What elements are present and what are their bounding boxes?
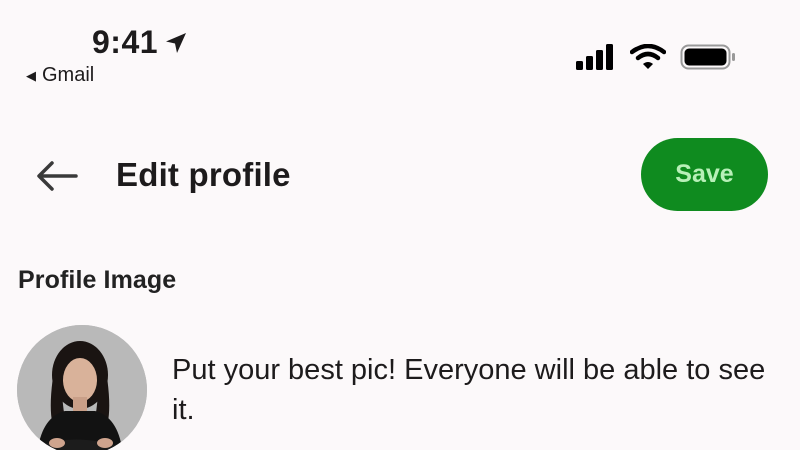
wifi-icon [630,44,666,69]
back-triangle-icon: ◀ [26,67,36,83]
status-indicators [576,44,736,70]
top-app-bar: Edit profile Save [0,138,800,212]
profile-image-label: Profile Image [18,266,177,294]
back-app-label: Gmail [42,64,95,86]
profile-photo [17,325,147,450]
location-arrow-icon [166,32,187,53]
time-text: 9:41 [92,24,159,60]
back-to-app[interactable]: ◀ Gmail [26,64,94,87]
profile-image-description: Put your best pic! Everyone will be able… [172,354,766,426]
battery-icon [680,44,735,70]
cellular-signal-icon [576,44,613,70]
profile-avatar[interactable] [17,325,147,450]
status-time: 9:41 [92,24,188,61]
back-arrow-icon[interactable] [36,160,78,192]
edit-profile-screen: 9:41 ◀ Gmail Edit profile Save Profile I… [0,0,800,450]
page-title: Edit profile [116,156,291,193]
save-button[interactable]: Save [641,138,768,211]
